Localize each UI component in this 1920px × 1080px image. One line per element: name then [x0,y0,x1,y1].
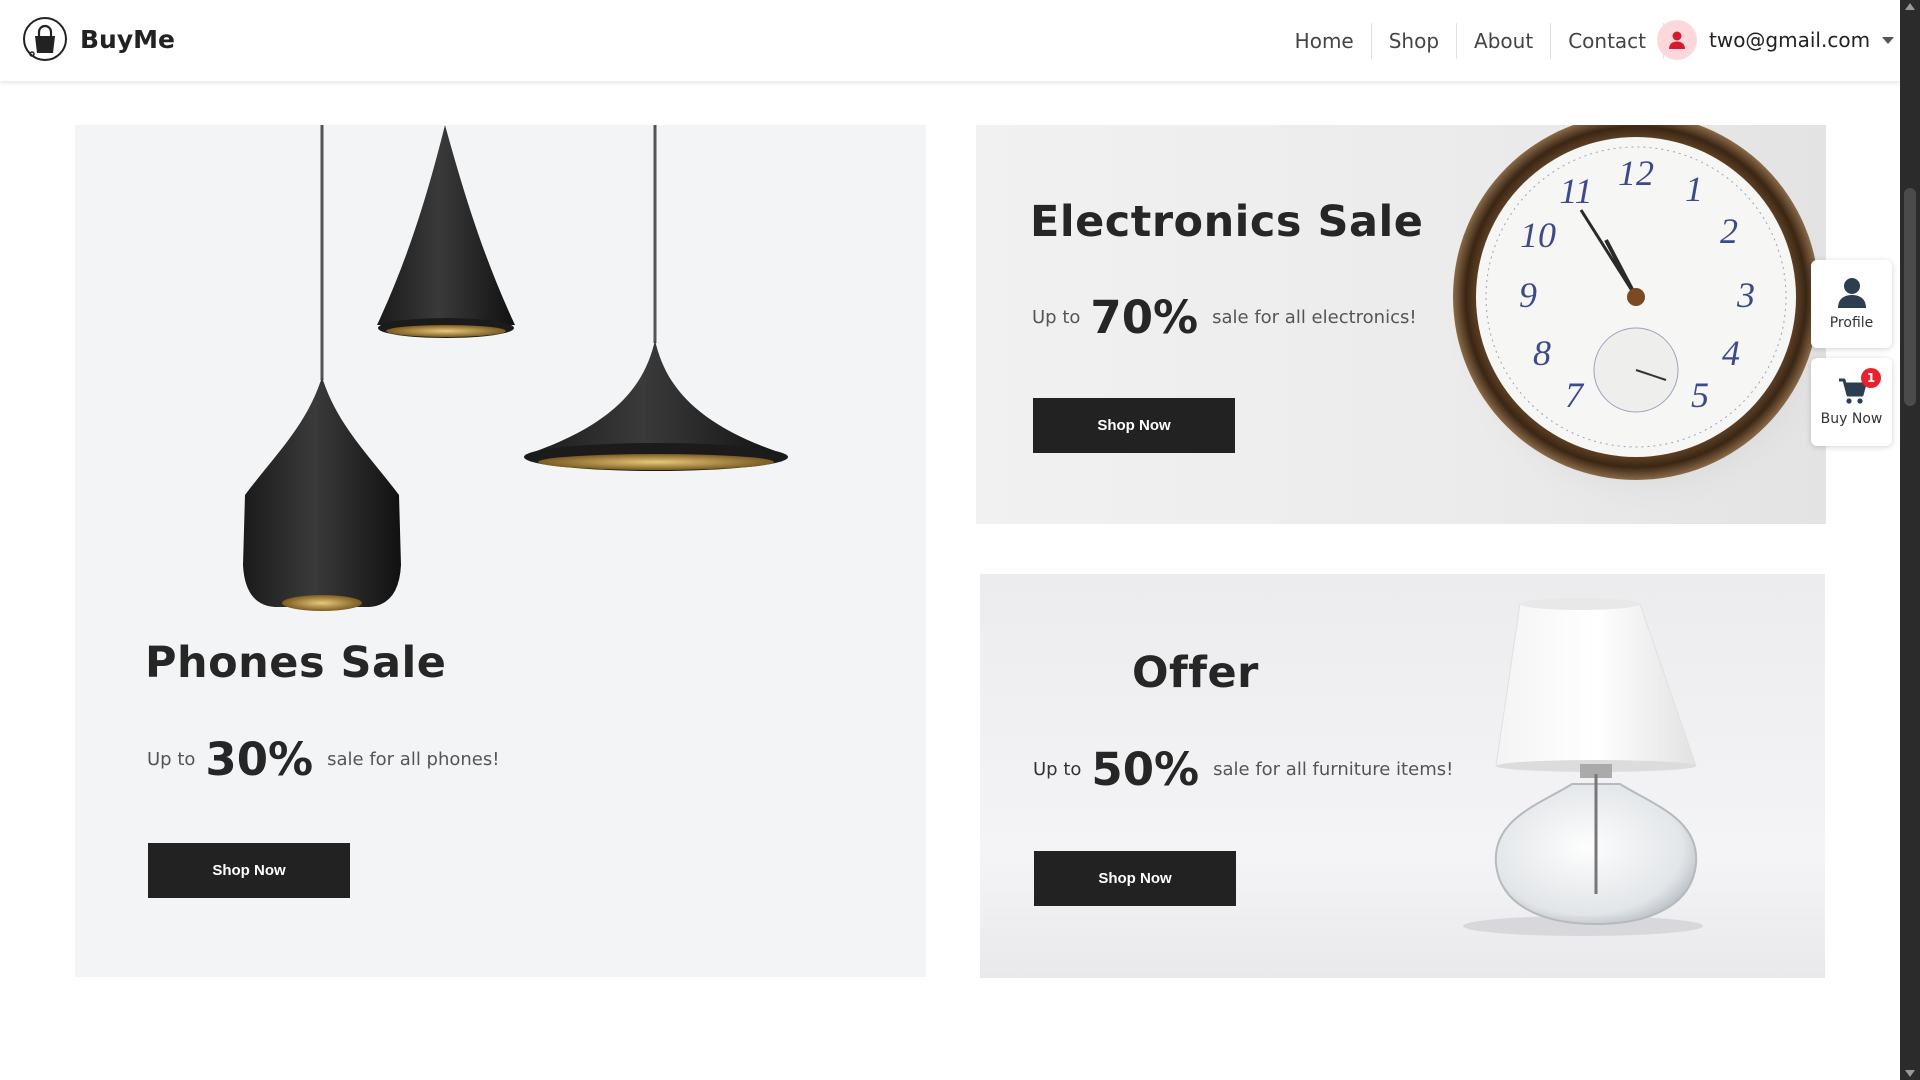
svg-text:8: 8 [1533,333,1551,373]
discount-percent: 50% [1091,743,1200,796]
banner-title: Electronics Sale [1030,197,1424,247]
page-scrollbar[interactable] [1900,0,1920,1080]
pocket-watch-image: 12 1 2 3 4 5 7 8 9 10 11 [1446,125,1826,520]
svg-text:10: 10 [1520,215,1556,255]
banner-title: Offer [1132,648,1259,698]
avatar [1657,20,1697,60]
svg-text:12: 12 [1618,153,1654,193]
scroll-up-icon[interactable] [1905,3,1915,10]
profile-widget[interactable]: Profile [1811,260,1892,348]
scroll-down-icon[interactable] [1905,1070,1915,1077]
nav-contact[interactable]: Contact [1551,23,1664,59]
discount-desc: sale for all phones! [327,749,500,770]
svg-text:7: 7 [1565,375,1585,415]
svg-text:2: 2 [1720,211,1738,251]
main-nav: Home Shop About Contact [1278,23,1664,59]
banner-discount: Up to 30% sale for all phones! [147,733,499,786]
buy-now-label: Buy Now [1820,411,1883,427]
svg-text:4: 4 [1722,333,1740,373]
shop-now-button[interactable]: Shop Now [1033,398,1235,453]
banner-discount: Up to 70% sale for all electronics! [1032,291,1417,344]
pendant-lamps-image [243,125,788,611]
shop-now-button[interactable]: Shop Now [148,843,350,898]
discount-desc: sale for all electronics! [1212,307,1417,328]
top-navbar: BuyMe Home Shop About Contact two@gmail.… [0,0,1900,81]
upto-label: Up to [1032,307,1081,328]
svg-text:1: 1 [1685,169,1703,209]
svg-text:5: 5 [1691,375,1709,415]
banner-offer: Offer Up to 50% sale for all furniture i… [980,574,1825,978]
banner-discount: Up to 50% sale for all furniture items! [1033,743,1453,796]
discount-percent: 70% [1090,291,1199,344]
user-email: two@gmail.com [1709,28,1871,52]
banner-phones: Phones Sale Up to 30% sale for all phone… [75,125,926,977]
user-icon [1837,278,1866,308]
user-menu[interactable]: two@gmail.com [1657,20,1895,60]
svg-text:3: 3 [1736,275,1755,315]
brand-name: BuyMe [80,24,175,54]
profile-label: Profile [1829,315,1874,331]
discount-percent: 30% [205,733,314,786]
upto-label: Up to [1033,759,1082,780]
nav-about[interactable]: About [1457,23,1552,59]
user-icon [1669,31,1685,49]
nav-shop[interactable]: Shop [1372,23,1458,59]
shop-now-button[interactable]: Shop Now [1034,851,1236,906]
discount-desc: sale for all furniture items! [1213,759,1454,780]
banner-electronics: 12 1 2 3 4 5 7 8 9 10 11 Electronics Sal… [976,125,1826,524]
cart-count-badge: 1 [1861,368,1881,388]
svg-text:11: 11 [1559,171,1592,211]
scrollbar-thumb[interactable] [1904,188,1916,406]
buy-now-widget[interactable]: 1 Buy Now [1811,358,1892,446]
banner-title: Phones Sale [145,638,447,688]
svg-text:9: 9 [1519,275,1537,315]
table-lamp-image [1463,598,1703,936]
upto-label: Up to [147,749,196,770]
caret-down-icon [1882,36,1895,44]
shopping-bag-icon [23,17,67,61]
nav-home[interactable]: Home [1278,23,1372,59]
brand-link[interactable]: BuyMe [22,16,175,62]
